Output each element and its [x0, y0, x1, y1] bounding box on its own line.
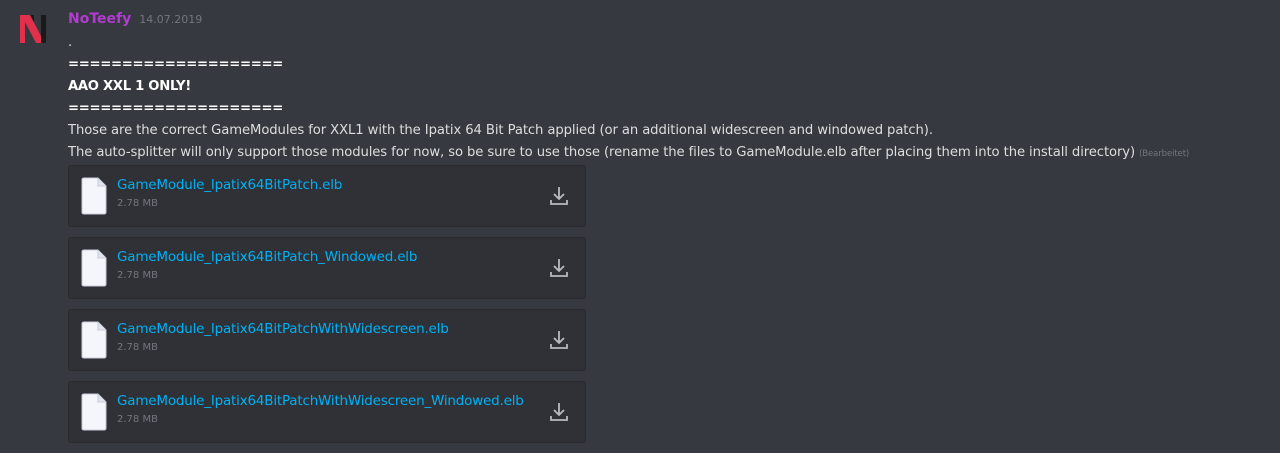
- download-icon[interactable]: [549, 401, 569, 423]
- message-line: Those are the correct GameModules for XX…: [68, 123, 933, 138]
- attachment: GameModule_Ipatix64BitPatch.elb 2.78 MB: [68, 165, 586, 227]
- separator-line: ====================: [68, 57, 283, 72]
- attachment: GameModule_Ipatix64BitPatch_Windowed.elb…: [68, 237, 586, 299]
- chat-message: NoTeefy 14.07.2019 . ===================…: [0, 0, 1280, 452]
- separator-line: ====================: [68, 101, 283, 116]
- attachment-name[interactable]: GameModule_Ipatix64BitPatchWithWidescree…: [117, 393, 547, 409]
- message-line-last: The auto-splitter will only support thos…: [68, 142, 1268, 164]
- file-icon: [81, 321, 107, 359]
- attachment: GameModule_Ipatix64BitPatchWithWidescree…: [68, 309, 586, 371]
- attachment-name[interactable]: GameModule_Ipatix64BitPatch_Windowed.elb: [117, 249, 547, 265]
- attachment: GameModule_Ipatix64BitPatchWithWidescree…: [68, 381, 586, 443]
- message-line-text: The auto-splitter will only support thos…: [68, 145, 1136, 160]
- attachment-name[interactable]: GameModule_Ipatix64BitPatch.elb: [117, 177, 547, 193]
- timestamp: 14.07.2019: [139, 13, 203, 26]
- attachment-size: 2.78 MB: [117, 198, 158, 209]
- file-icon: [81, 393, 107, 431]
- edited-label: (Bearbeitet): [1139, 149, 1190, 159]
- username[interactable]: NoTeefy: [68, 11, 131, 27]
- message-header: NoTeefy 14.07.2019: [68, 11, 202, 27]
- attachment-name[interactable]: GameModule_Ipatix64BitPatchWithWidescree…: [117, 321, 547, 337]
- download-icon[interactable]: [549, 329, 569, 351]
- logo-icon: [20, 15, 46, 43]
- avatar[interactable]: [16, 12, 50, 46]
- attachment-size: 2.78 MB: [117, 414, 158, 425]
- download-icon[interactable]: [549, 185, 569, 207]
- attachment-size: 2.78 MB: [117, 270, 158, 281]
- heading-line: AAO XXL 1 ONLY!: [68, 79, 191, 94]
- attachment-list: GameModule_Ipatix64BitPatch.elb 2.78 MB …: [68, 165, 586, 453]
- download-icon[interactable]: [549, 257, 569, 279]
- file-icon: [81, 249, 107, 287]
- file-icon: [81, 177, 107, 215]
- message-line-dot: .: [68, 35, 73, 50]
- message-content: . ==================== AAO XXL 1 ONLY! =…: [68, 32, 1268, 164]
- attachment-size: 2.78 MB: [117, 342, 158, 353]
